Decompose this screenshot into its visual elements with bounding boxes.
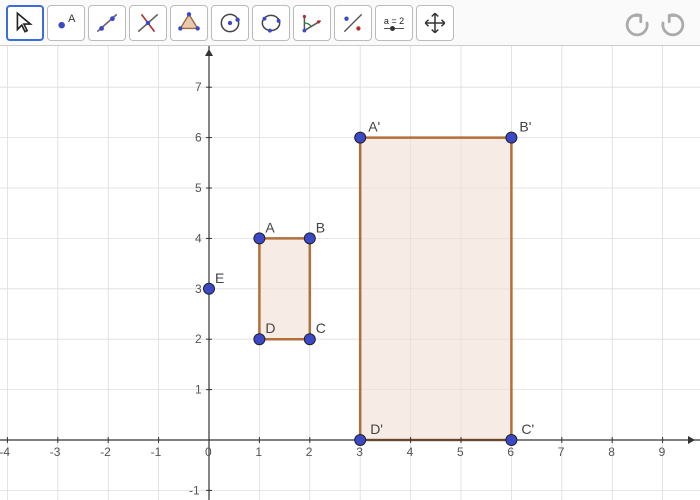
point-A' <box>355 132 366 143</box>
line-icon <box>94 10 120 36</box>
svg-text:1: 1 <box>195 383 202 397</box>
point-C' <box>506 435 517 446</box>
svg-text:2: 2 <box>306 445 313 459</box>
svg-text:7: 7 <box>558 445 565 459</box>
svg-text:1: 1 <box>255 445 262 459</box>
perp-icon <box>135 10 161 36</box>
line-tool[interactable] <box>88 5 126 41</box>
angle-icon <box>299 10 325 36</box>
slider-tool[interactable]: a = 2 <box>375 5 413 41</box>
svg-text:-4: -4 <box>0 445 10 459</box>
toolbar: A a = 2 <box>0 0 700 46</box>
svg-text:D: D <box>265 320 275 336</box>
angle-tool[interactable] <box>293 5 331 41</box>
circle-center-icon <box>217 10 243 36</box>
circle-3pt-tool[interactable] <box>252 5 290 41</box>
polygon-icon <box>176 10 202 36</box>
move-tool[interactable] <box>6 5 44 41</box>
svg-text:-3: -3 <box>50 445 61 459</box>
svg-text:-2: -2 <box>100 445 111 459</box>
svg-text:4: 4 <box>195 231 202 245</box>
graph-svg: -4 -3 -2 -1 0 1 2 3 4 5 6 7 8 9 -1 1 2 3 4 5 6 7 A B C D E A' B' C' D' <box>0 46 700 500</box>
point-B' <box>506 132 517 143</box>
svg-text:5: 5 <box>195 181 202 195</box>
redo-icon[interactable] <box>658 8 688 38</box>
svg-text:-1: -1 <box>189 483 200 497</box>
svg-text:A: A <box>265 219 275 235</box>
circle-3pt-icon <box>258 10 284 36</box>
pan-icon <box>422 10 448 36</box>
svg-text:A: A <box>68 12 76 24</box>
reflect-icon <box>340 10 366 36</box>
undo-redo-group <box>622 8 694 38</box>
reflect-tool[interactable] <box>334 5 372 41</box>
point-C <box>304 334 315 345</box>
svg-text:C: C <box>316 320 326 336</box>
svg-text:B': B' <box>519 119 531 135</box>
perpendicular-tool[interactable] <box>129 5 167 41</box>
cursor-icon <box>12 10 38 36</box>
svg-text:-1: -1 <box>151 445 162 459</box>
svg-text:6: 6 <box>507 445 514 459</box>
point-A <box>254 233 265 244</box>
polygon-tool[interactable] <box>170 5 208 41</box>
svg-text:B: B <box>316 219 325 235</box>
slider-label: a = 2 <box>384 16 404 26</box>
point-icon: A <box>53 10 79 36</box>
svg-text:D': D' <box>370 421 383 437</box>
move-view-tool[interactable] <box>416 5 454 41</box>
svg-text:3: 3 <box>195 282 202 296</box>
circle-center-tool[interactable] <box>211 5 249 41</box>
svg-text:4: 4 <box>407 445 414 459</box>
point-D' <box>355 435 366 446</box>
svg-text:9: 9 <box>659 445 666 459</box>
svg-text:0: 0 <box>205 445 212 459</box>
svg-text:5: 5 <box>457 445 464 459</box>
graph-canvas[interactable]: -4 -3 -2 -1 0 1 2 3 4 5 6 7 8 9 -1 1 2 3 4 5 6 7 A B C D E A' B' C' D' <box>0 46 700 500</box>
point-B <box>304 233 315 244</box>
svg-text:3: 3 <box>356 445 363 459</box>
svg-text:6: 6 <box>195 131 202 145</box>
point-tool[interactable]: A <box>47 5 85 41</box>
svg-text:8: 8 <box>608 445 615 459</box>
rect-large <box>360 138 511 440</box>
svg-text:A': A' <box>368 119 380 135</box>
point-E <box>204 283 215 294</box>
svg-text:C': C' <box>521 421 534 437</box>
svg-text:E: E <box>215 270 224 286</box>
svg-text:2: 2 <box>195 332 202 346</box>
slider-icon: a = 2 <box>384 17 404 29</box>
svg-text:7: 7 <box>195 80 202 94</box>
point-D <box>254 334 265 345</box>
undo-icon[interactable] <box>622 8 652 38</box>
